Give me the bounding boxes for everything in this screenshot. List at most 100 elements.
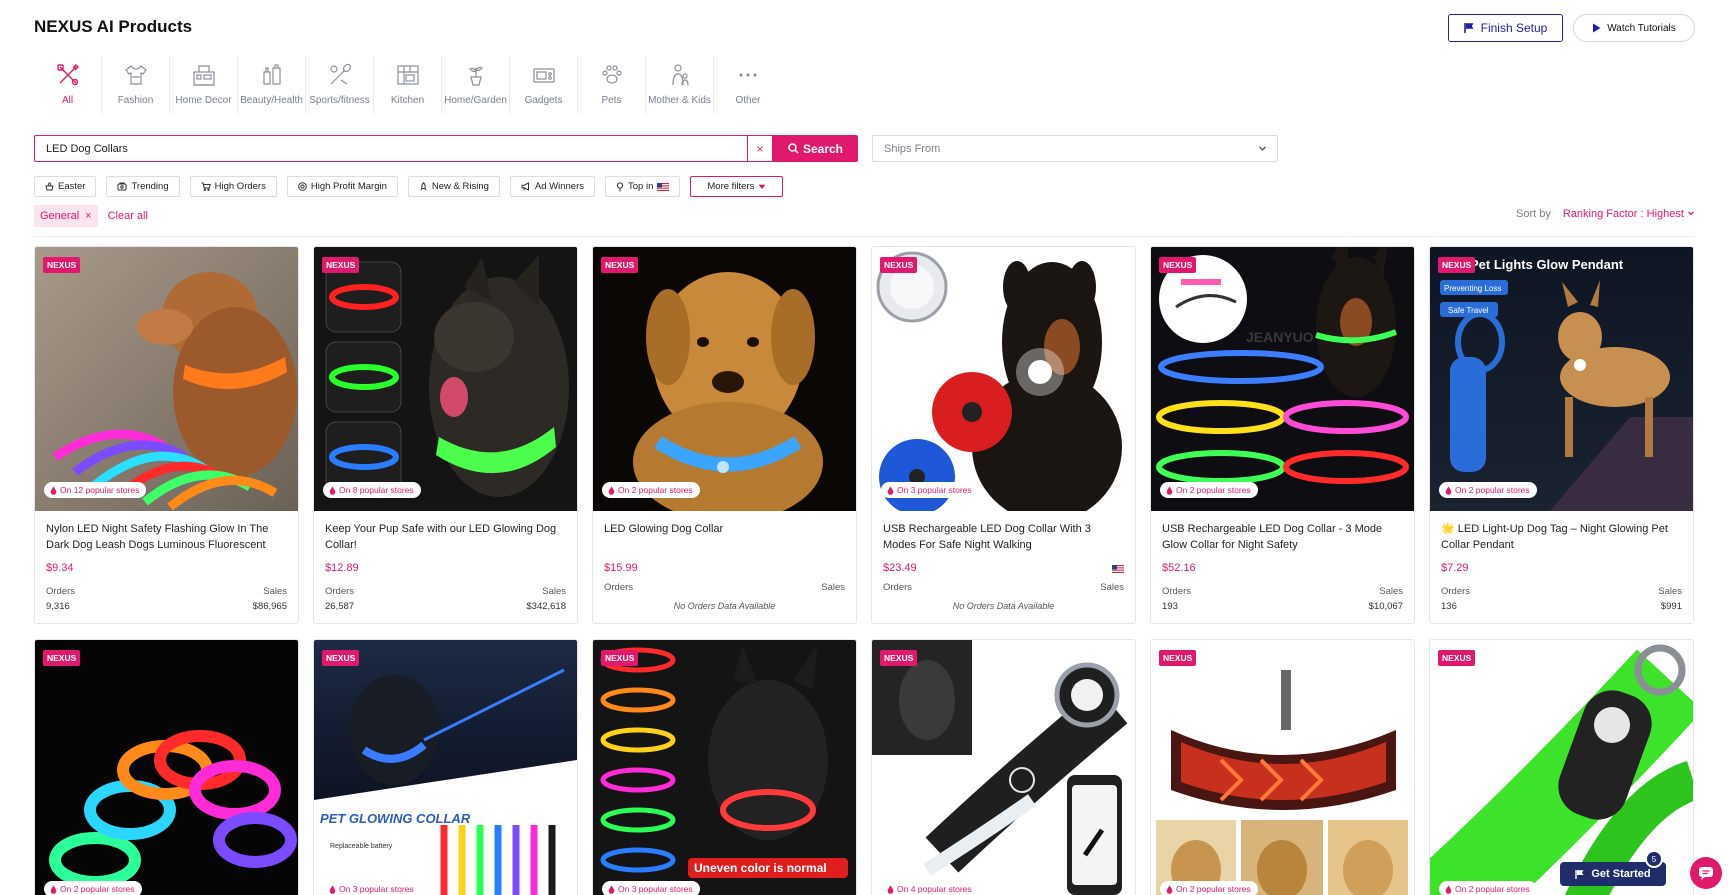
filter-ad-winners[interactable]: Ad Winners bbox=[509, 176, 596, 197]
category-home-garden[interactable]: Home/Garden bbox=[442, 56, 510, 114]
product-image[interactable]: Uneven color is normal NEXUS On 3 popula… bbox=[593, 640, 856, 895]
product-title[interactable]: Keep Your Pup Safe with our LED Glowing … bbox=[325, 521, 568, 553]
product-image[interactable]: NEXUS On 2 popular stores bbox=[593, 247, 856, 511]
category-label: All bbox=[61, 95, 74, 106]
category-label: Sports/fitness bbox=[309, 95, 370, 106]
category-mother-kids[interactable]: Mother & Kids bbox=[646, 56, 714, 114]
product-image[interactable]: NEXUS On 12 popular stores bbox=[35, 247, 298, 511]
category-label: Home Decor bbox=[175, 95, 232, 106]
product-image[interactable]: NEXUS On 3 popular stores bbox=[872, 247, 1135, 511]
product-image[interactable]: PET GLOWING COLLAR Replaceable battery N… bbox=[314, 640, 577, 895]
product-image[interactable]: JEANYUO NEXUS On 2 popular stores bbox=[1151, 247, 1414, 511]
nexus-badge: NEXUS bbox=[1159, 257, 1197, 273]
filter-trending[interactable]: Trending bbox=[106, 176, 180, 197]
active-filters: General × Clear all bbox=[34, 205, 148, 227]
category-sports-fitness[interactable]: Sports/fitness bbox=[306, 56, 374, 114]
filter-high-orders[interactable]: High Orders bbox=[189, 176, 277, 197]
product-card[interactable]: NEXUS On 12 popular stores Nylon LED Nig… bbox=[34, 246, 299, 624]
product-card[interactable]: NEXUS On 8 popular stores Keep Your Pup … bbox=[313, 246, 578, 624]
category-kitchen[interactable]: Kitchen bbox=[374, 56, 442, 114]
product-card[interactable]: Uneven color is normal NEXUS On 3 popula… bbox=[592, 639, 857, 895]
category-pets[interactable]: Pets bbox=[578, 56, 646, 114]
nexus-badge: NEXUS bbox=[322, 257, 360, 273]
product-image[interactable]: Preventing Loss Safe Travel Pet Lights G… bbox=[1430, 247, 1693, 511]
more-filters-label: More filters bbox=[707, 181, 755, 192]
nexus-badge: NEXUS bbox=[880, 257, 918, 273]
filter-top-in[interactable]: Top in bbox=[605, 176, 681, 197]
product-title[interactable]: USB Rechargeable LED Dog Collar With 3 M… bbox=[883, 521, 1126, 553]
popular-stores-text: On 3 popular stores bbox=[339, 884, 414, 894]
drop-icon bbox=[329, 885, 336, 894]
paw-icon bbox=[601, 65, 622, 84]
clear-all-link[interactable]: Clear all bbox=[108, 210, 148, 222]
nexus-badge: NEXUS bbox=[1438, 650, 1476, 666]
product-card[interactable]: JEANYUO NEXUS On 2 popular stores USB Re… bbox=[1150, 246, 1415, 624]
popular-stores-pill: On 2 popular stores bbox=[1160, 482, 1258, 498]
product-image[interactable]: NEXUS On 8 popular stores bbox=[314, 247, 577, 511]
product-image[interactable]: NEXUS On 2 popular stores bbox=[35, 640, 298, 895]
popular-stores-text: On 2 popular stores bbox=[1455, 485, 1530, 495]
product-title[interactable]: LED Glowing Dog Collar bbox=[604, 521, 847, 537]
product-image[interactable]: NEXUS On 2 popular stores bbox=[1151, 640, 1414, 895]
product-title[interactable]: USB Rechargeable LED Dog Collar - 3 Mode… bbox=[1162, 521, 1405, 553]
category-gadgets[interactable]: Gadgets bbox=[510, 56, 578, 114]
popular-stores-pill: On 8 popular stores bbox=[323, 482, 421, 498]
category-other[interactable]: Other bbox=[714, 56, 782, 114]
pendant-tag-preventing-loss: Preventing Loss bbox=[1444, 284, 1501, 293]
product-card[interactable]: NEXUS On 2 popular stores bbox=[1150, 639, 1415, 895]
drop-icon bbox=[1166, 486, 1173, 495]
beauty-icon bbox=[262, 64, 281, 85]
sales-label: Sales bbox=[821, 582, 845, 593]
category-beauty-health[interactable]: Beauty/Health bbox=[238, 56, 306, 114]
category-label: Gadgets bbox=[524, 95, 563, 106]
popular-stores-text: On 2 popular stores bbox=[618, 485, 693, 495]
filter-high-profit-margin[interactable]: High Profit Margin bbox=[286, 176, 398, 197]
search-button[interactable]: Search bbox=[773, 135, 858, 162]
watch-tutorials-button[interactable]: Watch Tutorials bbox=[1573, 14, 1695, 42]
product-card[interactable]: NEXUS On 4 popular stores bbox=[871, 639, 1136, 895]
filter-easter[interactable]: Easter bbox=[34, 176, 97, 197]
finish-setup-button[interactable]: Finish Setup bbox=[1448, 14, 1563, 42]
category-all[interactable]: All bbox=[34, 56, 102, 114]
popular-stores-text: On 2 popular stores bbox=[1176, 884, 1251, 894]
pendant-tag-safe-travel: Safe Travel bbox=[1448, 306, 1489, 315]
remove-filter-button[interactable]: × bbox=[85, 210, 91, 222]
product-image[interactable]: NEXUS On 4 popular stores bbox=[872, 640, 1135, 895]
category-bar: All Fashion Home Decor Beauty/Health Spo… bbox=[34, 56, 782, 114]
sort-dropdown[interactable]: Ranking Factor : Highest bbox=[1563, 208, 1695, 220]
filter-label: High Orders bbox=[214, 181, 266, 192]
product-card[interactable]: NEXUS On 2 popular stores LED Glowing Do… bbox=[592, 246, 857, 624]
mother-kids-icon bbox=[671, 64, 689, 86]
kitchen-icon bbox=[396, 65, 419, 85]
flag-icon bbox=[1575, 869, 1584, 879]
more-filters-button[interactable]: More filters bbox=[690, 176, 784, 197]
filter-new-rising[interactable]: New & Rising bbox=[407, 176, 500, 197]
product-title[interactable]: Nylon LED Night Safety Flashing Glow In … bbox=[46, 521, 289, 553]
category-label: Mother & Kids bbox=[648, 95, 711, 106]
filter-label: Ad Winners bbox=[534, 181, 585, 192]
filter-label: Top in bbox=[628, 181, 654, 192]
search-input[interactable]: LED Dog Collars bbox=[34, 135, 747, 162]
orders-value: 26,587 bbox=[325, 601, 355, 612]
orders-label: Orders bbox=[1441, 586, 1471, 597]
finish-setup-label: Finish Setup bbox=[1480, 21, 1548, 35]
product-card[interactable]: Preventing Loss Safe Travel Pet Lights G… bbox=[1429, 246, 1694, 624]
popular-stores-pill: On 2 popular stores bbox=[1439, 482, 1537, 498]
category-home-decor[interactable]: Home Decor bbox=[170, 56, 238, 114]
megaphone-icon bbox=[521, 182, 529, 191]
chat-button[interactable] bbox=[1690, 857, 1722, 889]
product-title[interactable]: 🌟 LED Light-Up Dog Tag – Night Glowing P… bbox=[1441, 521, 1684, 553]
ships-from-select[interactable]: Ships From bbox=[872, 135, 1278, 162]
product-card[interactable]: NEXUS On 3 popular stores USB Rechargeab… bbox=[871, 246, 1136, 624]
watermark-text: JEANYUO bbox=[1246, 329, 1314, 345]
drop-icon bbox=[1166, 885, 1173, 894]
category-label: Fashion bbox=[117, 95, 154, 106]
us-flag-icon bbox=[1112, 565, 1124, 573]
product-card[interactable]: NEXUS On 2 popular stores bbox=[34, 639, 299, 895]
clear-search-button[interactable]: × bbox=[747, 135, 773, 162]
category-fashion[interactable]: Fashion bbox=[102, 56, 170, 114]
product-card[interactable]: PET GLOWING COLLAR Replaceable battery N… bbox=[313, 639, 578, 895]
popular-stores-pill: On 12 popular stores bbox=[44, 482, 147, 498]
chat-icon bbox=[1699, 867, 1713, 880]
sort-label: Sort by bbox=[1516, 208, 1551, 220]
